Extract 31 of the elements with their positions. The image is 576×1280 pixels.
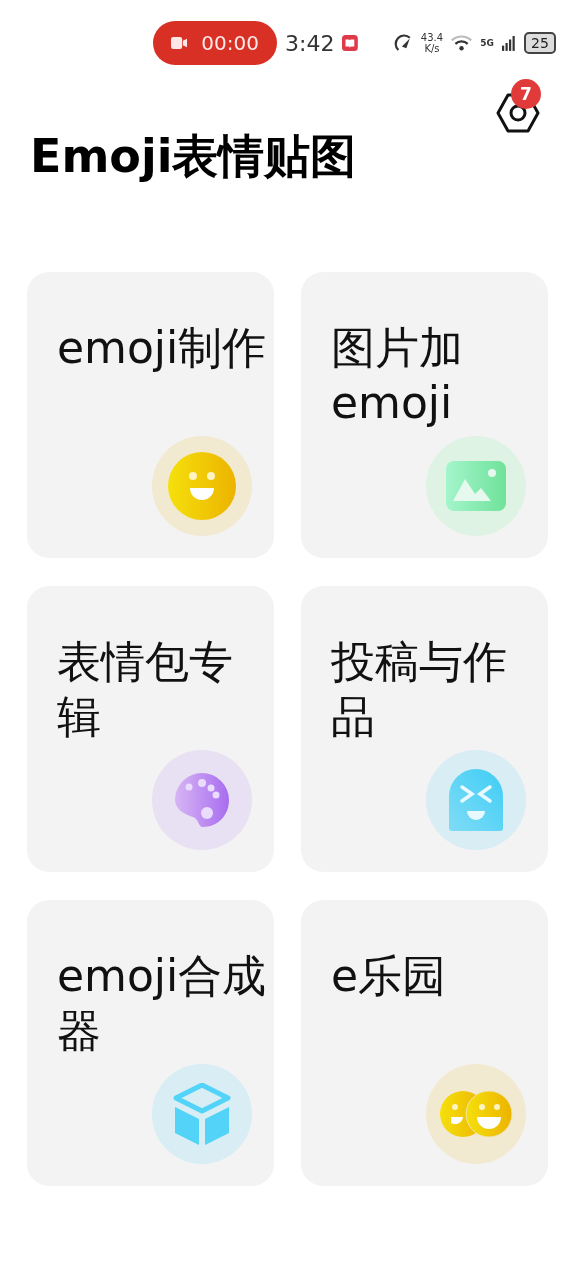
smiley-pair-icon [439, 1090, 513, 1138]
feature-card[interactable]: emoji制作 [27, 272, 274, 558]
feature-card[interactable]: 投稿与作品 [301, 586, 548, 872]
card-label: 表情包专辑 [57, 635, 234, 744]
book-icon [342, 34, 359, 52]
smiley-icon [168, 452, 236, 520]
palette-icon [173, 771, 231, 829]
speedometer-icon [393, 33, 413, 53]
wifi-icon [451, 34, 473, 52]
cube-icon [173, 1083, 231, 1145]
feature-card[interactable]: emoji合成器 [27, 900, 274, 1186]
card-label: emoji制作 [57, 321, 268, 375]
card-label: emoji合成器 [57, 949, 268, 1058]
speed-unit: K/s [424, 43, 440, 54]
battery-level: 25 [523, 32, 556, 54]
ghost-icon [449, 769, 503, 831]
clock: 3:42 [285, 30, 335, 56]
feature-card[interactable]: 表情包专辑 [27, 586, 274, 872]
signal-icon [501, 34, 516, 52]
image-icon [446, 461, 506, 511]
notification-badge: 7 [511, 79, 541, 109]
feature-card[interactable]: 图片加emoji [301, 272, 548, 558]
card-label: 图片加emoji [331, 321, 464, 430]
card-label: e乐园 [331, 949, 448, 1003]
speed-value: 43.4 [420, 32, 444, 43]
card-label: 投稿与作品 [331, 635, 508, 744]
page-title: Emoji表情贴图 [30, 128, 357, 184]
video-camera-icon [171, 35, 188, 51]
screen-recording-indicator[interactable]: 00:00 [153, 21, 277, 65]
feature-card[interactable]: e乐园 [301, 900, 548, 1186]
network-type: 5G [480, 38, 494, 48]
